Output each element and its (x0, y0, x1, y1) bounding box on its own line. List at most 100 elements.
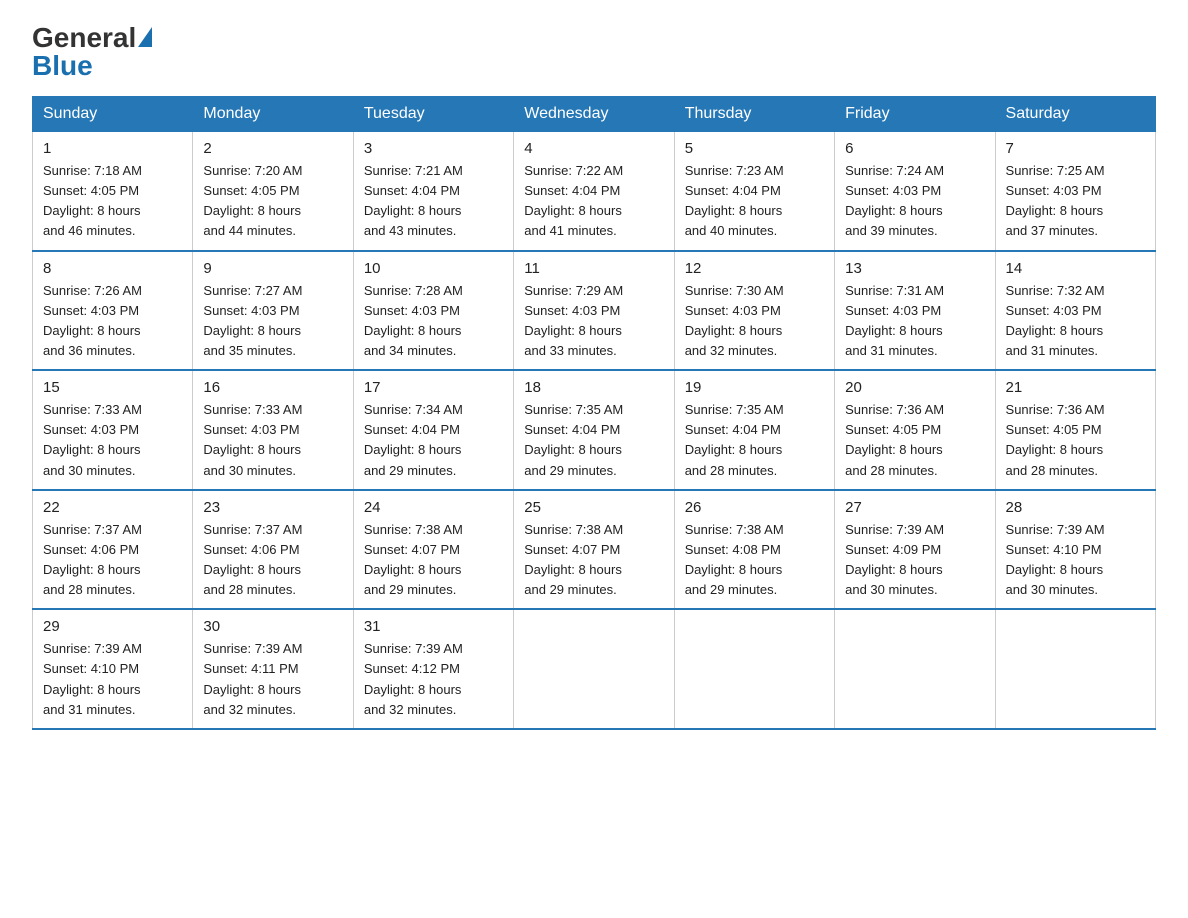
day-info: Sunrise: 7:35 AM Sunset: 4:04 PM Dayligh… (685, 400, 824, 481)
calendar-cell: 31 Sunrise: 7:39 AM Sunset: 4:12 PM Dayl… (353, 609, 513, 729)
calendar-week-5: 29 Sunrise: 7:39 AM Sunset: 4:10 PM Dayl… (33, 609, 1156, 729)
day-info: Sunrise: 7:37 AM Sunset: 4:06 PM Dayligh… (203, 520, 342, 601)
calendar-cell (674, 609, 834, 729)
day-info: Sunrise: 7:37 AM Sunset: 4:06 PM Dayligh… (43, 520, 182, 601)
logo-blue-text: Blue (32, 50, 93, 81)
day-number: 1 (43, 140, 182, 157)
day-info: Sunrise: 7:39 AM Sunset: 4:10 PM Dayligh… (43, 639, 182, 720)
day-number: 25 (524, 499, 663, 516)
day-number: 30 (203, 618, 342, 635)
day-info: Sunrise: 7:34 AM Sunset: 4:04 PM Dayligh… (364, 400, 503, 481)
calendar-cell: 12 Sunrise: 7:30 AM Sunset: 4:03 PM Dayl… (674, 251, 834, 371)
calendar-cell: 26 Sunrise: 7:38 AM Sunset: 4:08 PM Dayl… (674, 490, 834, 610)
calendar-week-4: 22 Sunrise: 7:37 AM Sunset: 4:06 PM Dayl… (33, 490, 1156, 610)
day-info: Sunrise: 7:18 AM Sunset: 4:05 PM Dayligh… (43, 161, 182, 242)
day-info: Sunrise: 7:36 AM Sunset: 4:05 PM Dayligh… (845, 400, 984, 481)
day-info: Sunrise: 7:39 AM Sunset: 4:12 PM Dayligh… (364, 639, 503, 720)
day-number: 26 (685, 499, 824, 516)
day-info: Sunrise: 7:29 AM Sunset: 4:03 PM Dayligh… (524, 281, 663, 362)
day-info: Sunrise: 7:20 AM Sunset: 4:05 PM Dayligh… (203, 161, 342, 242)
calendar-cell: 30 Sunrise: 7:39 AM Sunset: 4:11 PM Dayl… (193, 609, 353, 729)
day-info: Sunrise: 7:28 AM Sunset: 4:03 PM Dayligh… (364, 281, 503, 362)
calendar-cell: 28 Sunrise: 7:39 AM Sunset: 4:10 PM Dayl… (995, 490, 1155, 610)
day-number: 8 (43, 260, 182, 277)
calendar-cell: 5 Sunrise: 7:23 AM Sunset: 4:04 PM Dayli… (674, 132, 834, 251)
day-number: 9 (203, 260, 342, 277)
day-info: Sunrise: 7:27 AM Sunset: 4:03 PM Dayligh… (203, 281, 342, 362)
column-header-sunday: Sunday (33, 97, 193, 132)
day-number: 7 (1006, 140, 1145, 157)
day-number: 22 (43, 499, 182, 516)
calendar-cell: 21 Sunrise: 7:36 AM Sunset: 4:05 PM Dayl… (995, 370, 1155, 490)
day-number: 13 (845, 260, 984, 277)
day-number: 24 (364, 499, 503, 516)
column-header-friday: Friday (835, 97, 995, 132)
calendar-cell: 29 Sunrise: 7:39 AM Sunset: 4:10 PM Dayl… (33, 609, 193, 729)
calendar-cell: 17 Sunrise: 7:34 AM Sunset: 4:04 PM Dayl… (353, 370, 513, 490)
day-number: 18 (524, 379, 663, 396)
calendar-cell: 18 Sunrise: 7:35 AM Sunset: 4:04 PM Dayl… (514, 370, 674, 490)
day-number: 14 (1006, 260, 1145, 277)
column-header-thursday: Thursday (674, 97, 834, 132)
day-number: 16 (203, 379, 342, 396)
day-number: 3 (364, 140, 503, 157)
day-number: 31 (364, 618, 503, 635)
day-info: Sunrise: 7:36 AM Sunset: 4:05 PM Dayligh… (1006, 400, 1145, 481)
calendar-cell: 14 Sunrise: 7:32 AM Sunset: 4:03 PM Dayl… (995, 251, 1155, 371)
day-number: 11 (524, 260, 663, 277)
column-header-tuesday: Tuesday (353, 97, 513, 132)
calendar-cell: 19 Sunrise: 7:35 AM Sunset: 4:04 PM Dayl… (674, 370, 834, 490)
day-info: Sunrise: 7:33 AM Sunset: 4:03 PM Dayligh… (203, 400, 342, 481)
calendar-cell: 7 Sunrise: 7:25 AM Sunset: 4:03 PM Dayli… (995, 132, 1155, 251)
day-number: 2 (203, 140, 342, 157)
day-number: 5 (685, 140, 824, 157)
day-info: Sunrise: 7:39 AM Sunset: 4:11 PM Dayligh… (203, 639, 342, 720)
day-info: Sunrise: 7:35 AM Sunset: 4:04 PM Dayligh… (524, 400, 663, 481)
day-info: Sunrise: 7:39 AM Sunset: 4:09 PM Dayligh… (845, 520, 984, 601)
day-number: 4 (524, 140, 663, 157)
day-info: Sunrise: 7:32 AM Sunset: 4:03 PM Dayligh… (1006, 281, 1145, 362)
day-number: 21 (1006, 379, 1145, 396)
day-info: Sunrise: 7:21 AM Sunset: 4:04 PM Dayligh… (364, 161, 503, 242)
calendar-cell: 3 Sunrise: 7:21 AM Sunset: 4:04 PM Dayli… (353, 132, 513, 251)
calendar-cell (835, 609, 995, 729)
calendar-week-3: 15 Sunrise: 7:33 AM Sunset: 4:03 PM Dayl… (33, 370, 1156, 490)
calendar-table: SundayMondayTuesdayWednesdayThursdayFrid… (32, 96, 1156, 730)
column-header-saturday: Saturday (995, 97, 1155, 132)
column-header-wednesday: Wednesday (514, 97, 674, 132)
calendar-cell (514, 609, 674, 729)
day-info: Sunrise: 7:33 AM Sunset: 4:03 PM Dayligh… (43, 400, 182, 481)
calendar-cell: 2 Sunrise: 7:20 AM Sunset: 4:05 PM Dayli… (193, 132, 353, 251)
day-info: Sunrise: 7:30 AM Sunset: 4:03 PM Dayligh… (685, 281, 824, 362)
day-number: 17 (364, 379, 503, 396)
calendar-week-2: 8 Sunrise: 7:26 AM Sunset: 4:03 PM Dayli… (33, 251, 1156, 371)
day-number: 28 (1006, 499, 1145, 516)
calendar-cell: 15 Sunrise: 7:33 AM Sunset: 4:03 PM Dayl… (33, 370, 193, 490)
calendar-cell (995, 609, 1155, 729)
calendar-cell: 13 Sunrise: 7:31 AM Sunset: 4:03 PM Dayl… (835, 251, 995, 371)
day-number: 29 (43, 618, 182, 635)
calendar-cell: 4 Sunrise: 7:22 AM Sunset: 4:04 PM Dayli… (514, 132, 674, 251)
day-number: 23 (203, 499, 342, 516)
calendar-cell: 25 Sunrise: 7:38 AM Sunset: 4:07 PM Dayl… (514, 490, 674, 610)
logo-triangle-icon (138, 27, 152, 47)
day-number: 6 (845, 140, 984, 157)
logo-general-text: General (32, 22, 136, 53)
day-number: 15 (43, 379, 182, 396)
calendar-week-1: 1 Sunrise: 7:18 AM Sunset: 4:05 PM Dayli… (33, 132, 1156, 251)
calendar-cell: 27 Sunrise: 7:39 AM Sunset: 4:09 PM Dayl… (835, 490, 995, 610)
day-number: 19 (685, 379, 824, 396)
calendar-cell: 24 Sunrise: 7:38 AM Sunset: 4:07 PM Dayl… (353, 490, 513, 610)
day-number: 20 (845, 379, 984, 396)
calendar-cell: 8 Sunrise: 7:26 AM Sunset: 4:03 PM Dayli… (33, 251, 193, 371)
day-number: 10 (364, 260, 503, 277)
day-info: Sunrise: 7:22 AM Sunset: 4:04 PM Dayligh… (524, 161, 663, 242)
day-number: 27 (845, 499, 984, 516)
day-info: Sunrise: 7:38 AM Sunset: 4:07 PM Dayligh… (524, 520, 663, 601)
day-number: 12 (685, 260, 824, 277)
page-header: General Blue (32, 24, 1156, 80)
logo: General Blue (32, 24, 152, 80)
calendar-cell: 11 Sunrise: 7:29 AM Sunset: 4:03 PM Dayl… (514, 251, 674, 371)
day-info: Sunrise: 7:38 AM Sunset: 4:08 PM Dayligh… (685, 520, 824, 601)
calendar-cell: 23 Sunrise: 7:37 AM Sunset: 4:06 PM Dayl… (193, 490, 353, 610)
